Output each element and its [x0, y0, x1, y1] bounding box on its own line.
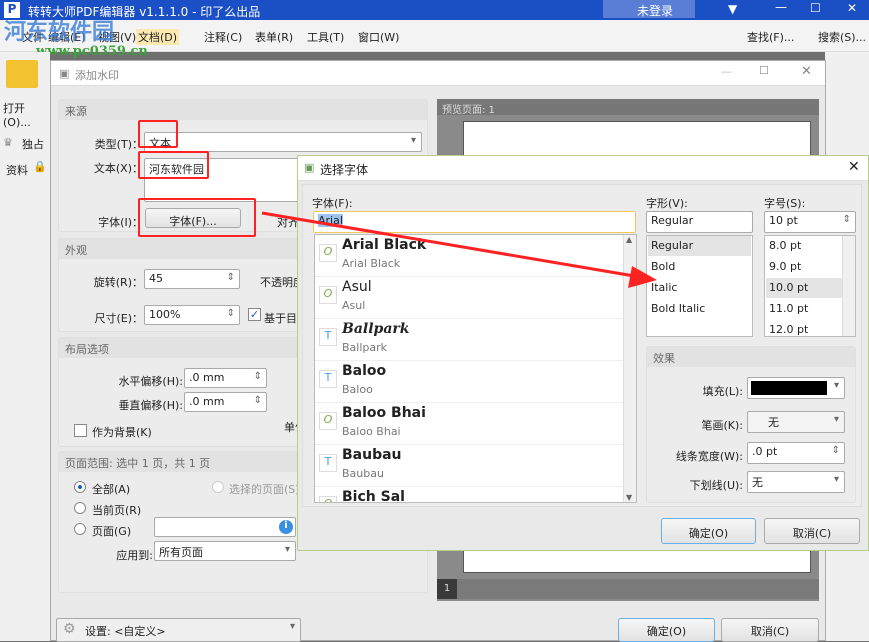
annotation-arrow [261, 211, 657, 288]
